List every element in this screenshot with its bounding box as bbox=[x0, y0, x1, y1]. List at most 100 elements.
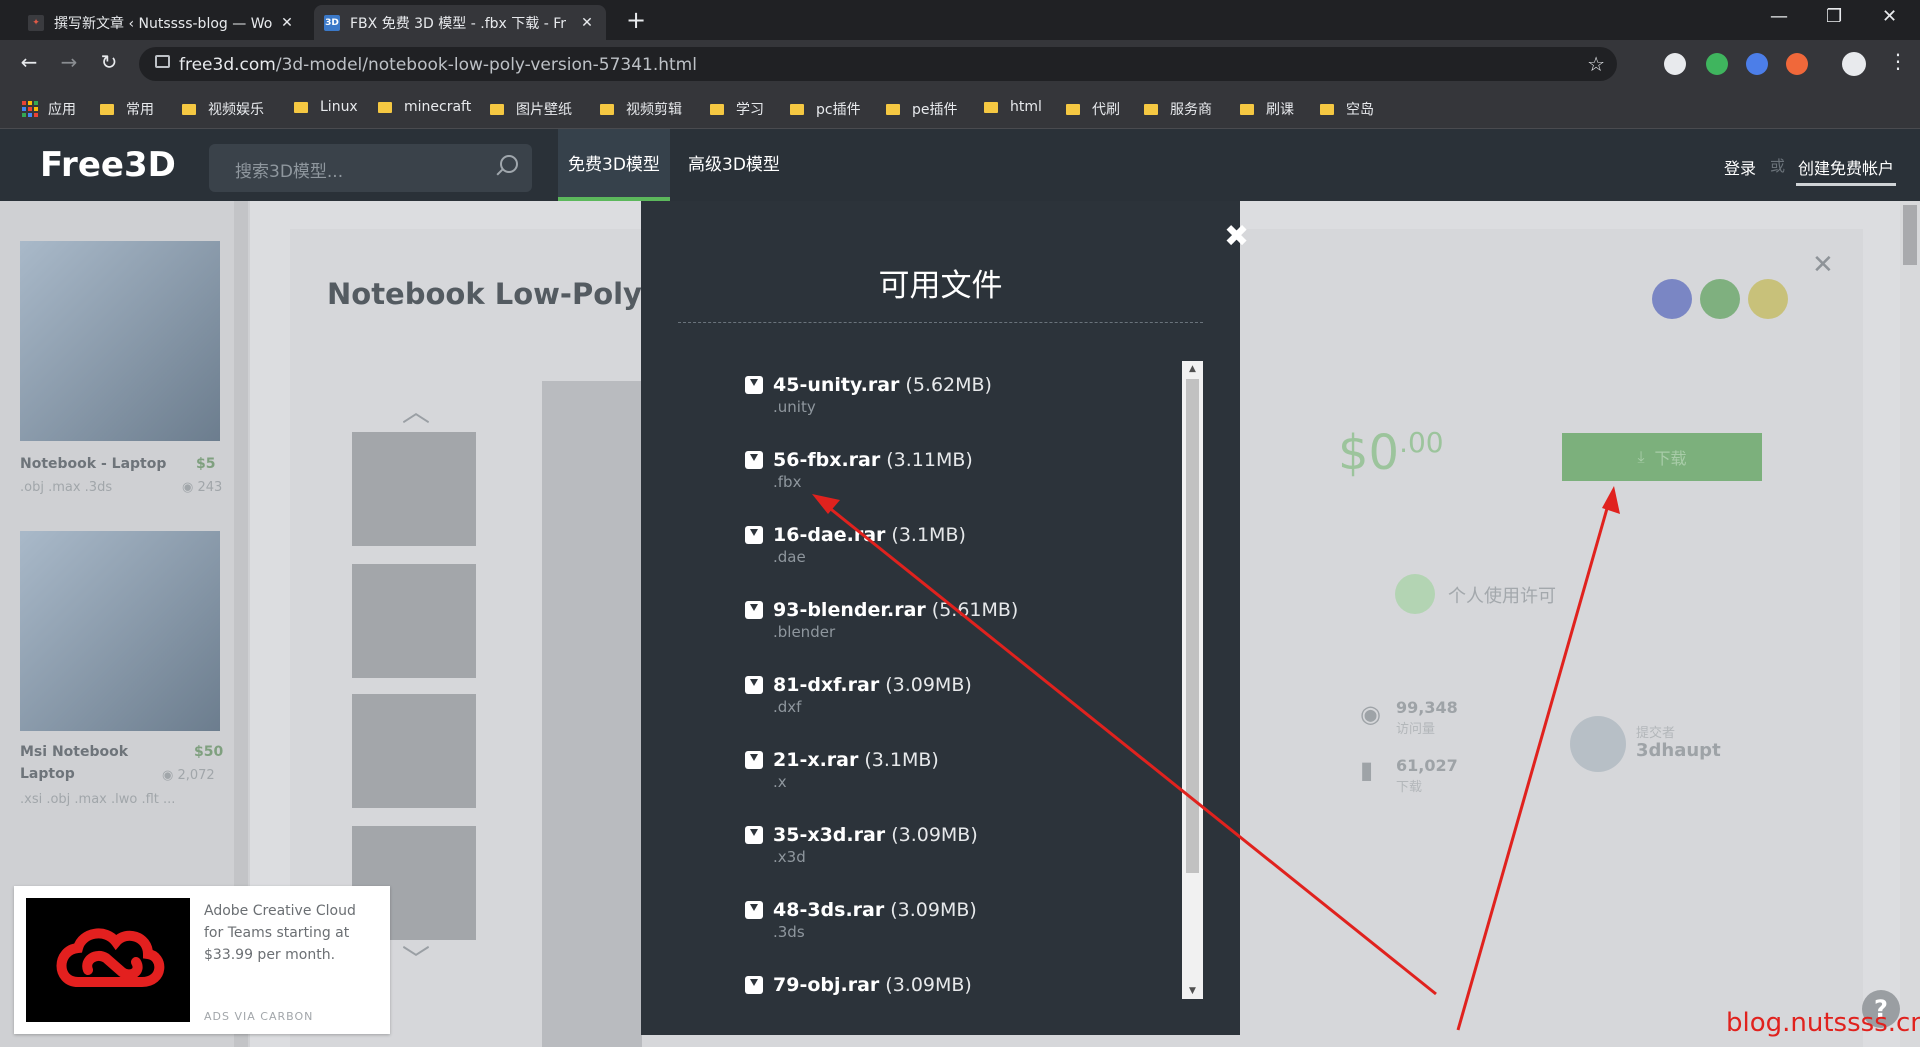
modal-close-icon[interactable]: ✖ bbox=[1224, 219, 1249, 254]
dice-icon[interactable] bbox=[1652, 279, 1692, 319]
file-item[interactable]: 93-blender.rar (5.61MB) .blender bbox=[745, 599, 1018, 641]
gallery-thumbnail[interactable] bbox=[352, 564, 476, 678]
bookmark-folder[interactable]: minecraft bbox=[378, 99, 471, 115]
bookmark-folder[interactable]: 代刷 bbox=[1066, 99, 1120, 119]
bookmark-folder[interactable]: 视频娱乐 bbox=[182, 99, 264, 119]
extension-infinity-icon[interactable] bbox=[1786, 53, 1808, 75]
tab-free-3d-models[interactable]: 免费3D模型 bbox=[558, 129, 670, 201]
notebook-laptop-thumbnail[interactable] bbox=[20, 241, 220, 441]
back-arrow-icon[interactable]: ← bbox=[14, 50, 44, 74]
bookmark-folder[interactable]: Linux bbox=[294, 99, 358, 115]
bookmark-folder[interactable]: 刷课 bbox=[1240, 99, 1294, 119]
bookmark-folder[interactable]: pe插件 bbox=[886, 99, 958, 119]
extension-s-icon[interactable] bbox=[1706, 53, 1728, 75]
panel-close-icon[interactable]: ✕ bbox=[1812, 250, 1834, 280]
reload-icon[interactable]: ↻ bbox=[94, 50, 124, 74]
download-icon[interactable] bbox=[745, 751, 763, 769]
file-name[interactable]: 79-obj.rar bbox=[773, 974, 879, 996]
site-logo[interactable]: Free3D bbox=[40, 145, 176, 185]
browser-menu-icon[interactable]: ⋮ bbox=[1888, 49, 1908, 73]
card-title-line2[interactable]: Laptop bbox=[20, 766, 75, 782]
download-icon[interactable] bbox=[745, 376, 763, 394]
scroll-up-arrow-icon[interactable]: ▲ bbox=[1182, 361, 1203, 377]
gallery-thumbnail[interactable] bbox=[352, 432, 476, 546]
tab-premium-3d-models[interactable]: 高级3D模型 bbox=[678, 129, 790, 201]
file-item[interactable]: 56-fbx.rar (3.11MB) .fbx bbox=[745, 449, 973, 491]
minimize-button[interactable]: — bbox=[1770, 6, 1788, 27]
folder-icon bbox=[1144, 103, 1158, 115]
file-name[interactable]: 45-unity.rar bbox=[773, 374, 899, 396]
file-item[interactable]: 45-unity.rar (5.62MB) .unity bbox=[745, 374, 992, 416]
license-text[interactable]: 个人使用许可 bbox=[1448, 582, 1556, 608]
download-icon[interactable] bbox=[745, 676, 763, 694]
page-scrollbar[interactable] bbox=[1900, 201, 1920, 1047]
signup-link[interactable]: 创建免费帐户 bbox=[1796, 149, 1897, 186]
bookmark-folder[interactable]: 图片壁纸 bbox=[490, 99, 572, 119]
download-icon[interactable] bbox=[745, 901, 763, 919]
file-name[interactable]: 81-dxf.rar bbox=[773, 674, 879, 696]
file-item[interactable]: 35-x3d.rar (3.09MB) .x3d bbox=[745, 824, 978, 866]
download-icon[interactable] bbox=[745, 601, 763, 619]
tab-close-icon[interactable]: ✕ bbox=[578, 15, 596, 31]
file-item[interactable]: 81-dxf.rar (3.09MB) .dxf bbox=[745, 674, 972, 716]
extension-globe-icon[interactable] bbox=[1746, 53, 1768, 75]
figure-icon[interactable] bbox=[1748, 279, 1788, 319]
file-name[interactable]: 35-x3d.rar bbox=[773, 824, 885, 846]
new-tab-button[interactable]: + bbox=[626, 6, 646, 34]
address-bar[interactable]: free3d.com/3d-model/notebook-low-poly-ve… bbox=[139, 47, 1617, 81]
bookmark-label: pe插件 bbox=[912, 102, 958, 118]
download-button[interactable]: ⤓ 下载 bbox=[1562, 433, 1762, 481]
download-icon[interactable] bbox=[745, 526, 763, 544]
profile-avatar-icon[interactable] bbox=[1842, 52, 1866, 76]
bookmark-folder[interactable]: 视频剪辑 bbox=[600, 99, 682, 119]
model-preview-viewer[interactable] bbox=[542, 381, 642, 1047]
search-icon[interactable] bbox=[500, 155, 518, 173]
forward-arrow-icon[interactable]: → bbox=[54, 50, 84, 74]
window-close-button[interactable]: ✕ bbox=[1882, 6, 1897, 27]
author-name[interactable]: 3dhaupt bbox=[1636, 740, 1721, 761]
restore-button[interactable]: ❐ bbox=[1826, 6, 1842, 27]
chevron-down-icon[interactable]: ﹀ bbox=[402, 938, 430, 978]
card-title[interactable]: Notebook - Laptop bbox=[20, 456, 166, 472]
browser-tab-free3d[interactable]: 3D FBX 免费 3D 模型 - .fbx 下载 - Fr ✕ bbox=[314, 5, 606, 40]
download-icon[interactable] bbox=[745, 451, 763, 469]
download-icon[interactable] bbox=[745, 976, 763, 994]
author-avatar[interactable] bbox=[1570, 716, 1626, 772]
bookmark-folder[interactable]: html bbox=[984, 99, 1042, 115]
download-icon[interactable] bbox=[745, 826, 763, 844]
robot-icon[interactable] bbox=[1700, 279, 1740, 319]
bookmark-folder[interactable]: 服务商 bbox=[1144, 99, 1212, 119]
chevron-up-icon[interactable]: ︿ bbox=[402, 390, 430, 430]
file-name[interactable]: 16-dae.rar bbox=[773, 524, 885, 546]
file-item[interactable]: 79-obj.rar (3.09MB) bbox=[745, 974, 972, 996]
file-name[interactable]: 48-3ds.rar bbox=[773, 899, 884, 921]
model-search-input[interactable]: 搜索3D模型... bbox=[209, 144, 532, 192]
browser-tab-wordpress[interactable]: ✦ 撰写新文章 ‹ Nutssss-blog — Wo ✕ bbox=[18, 5, 306, 40]
file-item[interactable]: 48-3ds.rar (3.09MB) .3ds bbox=[745, 899, 977, 941]
bookmark-star-icon[interactable]: ☆ bbox=[1587, 52, 1605, 76]
file-item[interactable]: 16-dae.rar (3.1MB) .dae bbox=[745, 524, 966, 566]
file-item[interactable]: 21-x.rar (3.1MB) .x bbox=[745, 749, 939, 791]
scroll-down-arrow-icon[interactable]: ▼ bbox=[1182, 983, 1203, 999]
bookmark-folder[interactable]: 空岛 bbox=[1320, 99, 1374, 119]
file-list-scrollbar[interactable]: ▲ ▼ bbox=[1182, 361, 1203, 999]
gallery-thumbnail[interactable] bbox=[352, 694, 476, 808]
extension-icon[interactable] bbox=[1664, 53, 1686, 75]
bookmark-folder[interactable]: pc插件 bbox=[790, 99, 861, 119]
msi-notebook-thumbnail[interactable] bbox=[20, 531, 220, 731]
card-title[interactable]: Msi Notebook bbox=[20, 744, 128, 760]
bookmark-apps[interactable]: 应用 bbox=[22, 99, 76, 119]
scrollbar-thumb[interactable] bbox=[1903, 205, 1917, 265]
bookmark-folder[interactable]: 学习 bbox=[710, 99, 764, 119]
adobe-creative-cloud-logo[interactable] bbox=[26, 898, 190, 1022]
file-name[interactable]: 56-fbx.rar bbox=[773, 449, 880, 471]
tab-close-icon[interactable]: ✕ bbox=[278, 15, 296, 31]
ad-text[interactable]: Adobe Creative Cloud for Teams starting … bbox=[204, 900, 376, 966]
file-name[interactable]: 93-blender.rar bbox=[773, 599, 926, 621]
carbon-ad[interactable]: Adobe Creative Cloud for Teams starting … bbox=[14, 886, 390, 1034]
login-link[interactable]: 登录 bbox=[1724, 155, 1756, 179]
ad-via-label[interactable]: ADS VIA CARBON bbox=[204, 1010, 313, 1023]
scrollbar-thumb[interactable] bbox=[1186, 379, 1199, 873]
bookmark-folder[interactable]: 常用 bbox=[100, 99, 154, 119]
file-name[interactable]: 21-x.rar bbox=[773, 749, 858, 771]
